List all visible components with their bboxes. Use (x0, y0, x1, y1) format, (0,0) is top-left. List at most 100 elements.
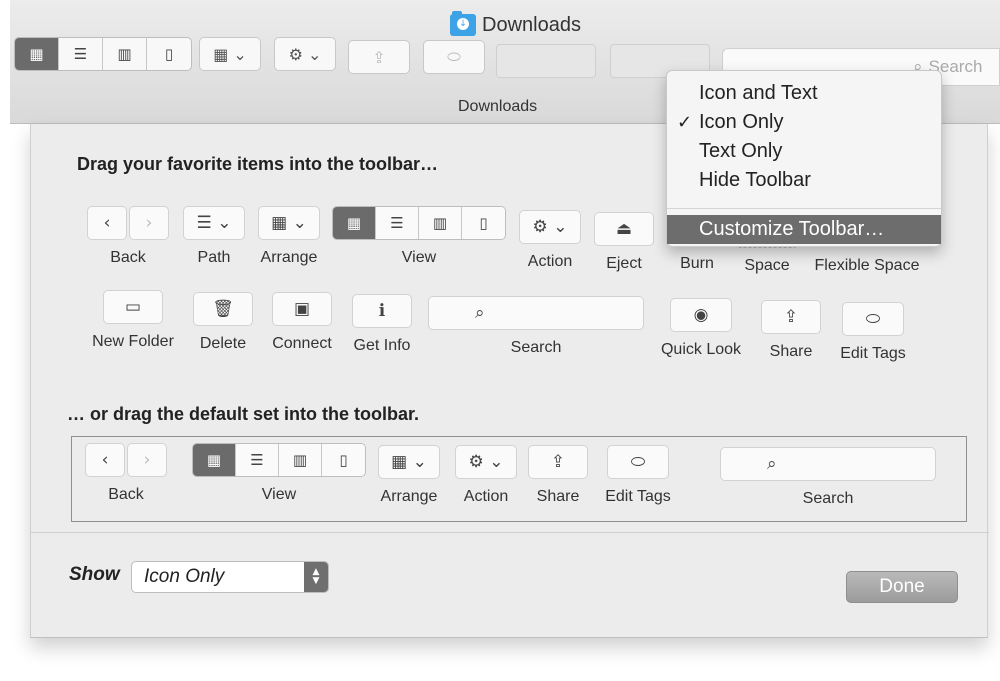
item-label: Back (110, 249, 146, 266)
column-view-icon: ▥ (279, 444, 322, 476)
default-action-item: ⚙ ⌄ Action (454, 445, 518, 506)
icon-view-icon: ▦ (193, 444, 236, 476)
info-icon: ℹ (378, 301, 386, 321)
share-icon: ⇪ (783, 307, 799, 327)
path-item[interactable]: ☰ ⌄ Path (181, 206, 247, 267)
item-label: Search (510, 339, 562, 356)
get-info-item[interactable]: ℹ Get Info (349, 294, 415, 355)
menu-item-icon-and-text[interactable]: Icon and Text (667, 79, 941, 108)
list-view-icon: ☰ (236, 444, 279, 476)
arrange-button[interactable]: ▦ ⌄ (199, 37, 261, 71)
chevron-down-icon: ⌄ (217, 213, 232, 233)
default-set-heading: … or drag the default set into the toolb… (67, 404, 420, 424)
edit-tags-button[interactable]: ⬭ (423, 40, 485, 74)
arrange-icon: ▦ (213, 44, 229, 64)
item-label: Eject (606, 255, 642, 272)
menu-item-label: Icon Only (699, 111, 784, 133)
tag-icon: ⬭ (865, 309, 881, 329)
done-button[interactable]: Done (846, 571, 958, 603)
chevron-down-icon: ⌄ (233, 44, 247, 64)
item-label: View (401, 249, 437, 266)
eye-icon: ◉ (693, 305, 709, 325)
back-icon: ‹ (87, 206, 127, 240)
item-label: Share (769, 343, 813, 360)
items-heading: Drag your favorite items into the toolba… (77, 154, 439, 174)
view-segmented-control: ▦ ☰ ▥ ▯ (332, 206, 506, 240)
show-selected-value: Icon Only (144, 566, 225, 587)
menu-item-label: Icon and Text (699, 82, 818, 104)
menu-item-icon-only[interactable]: ✓ Icon Only (667, 108, 941, 137)
show-popup-menu[interactable]: Icon Only ▲ ▼ (131, 561, 329, 593)
coverflow-view-icon: ▯ (322, 444, 365, 476)
sheet-divider (31, 532, 989, 533)
forward-icon: › (129, 206, 169, 240)
action-item[interactable]: ⚙ ⌄ Action (517, 210, 583, 271)
edit-tags-item[interactable]: ⬭ Edit Tags (835, 302, 911, 363)
view-item[interactable]: ▦ ☰ ▥ ▯ View (331, 206, 507, 267)
arrange-item[interactable]: ▦ ⌄ Arrange (256, 206, 322, 267)
column-view-icon[interactable]: ▥ (103, 38, 147, 70)
search-item[interactable]: ⌕ Search (427, 296, 645, 357)
show-label: Show (69, 564, 120, 585)
item-label: Space (744, 257, 790, 274)
menu-item-label: Hide Toolbar (699, 169, 811, 191)
tag-icon: ⬭ (630, 452, 646, 472)
arrange-icon: ▦ (391, 452, 408, 472)
default-edit-tags-item: ⬭ Edit Tags (600, 445, 676, 506)
stepper-icon: ▲ ▼ (304, 562, 328, 592)
new-folder-icon: ▭ (124, 297, 142, 317)
forward-icon: › (127, 443, 167, 477)
chevron-down-icon: ⌄ (553, 217, 568, 237)
item-label: Search (802, 490, 854, 507)
item-label: Quick Look (660, 341, 742, 358)
gear-icon: ⚙ (468, 452, 484, 472)
share-item[interactable]: ⇪ Share (759, 300, 823, 361)
menu-item-customize-toolbar[interactable]: Customize Toolbar… (667, 215, 941, 244)
default-share-item: ⇪ Share (528, 445, 588, 506)
eject-icon: ⏏ (615, 219, 633, 239)
back-item[interactable]: ‹ › Back (85, 206, 171, 267)
connect-item[interactable]: ▣ Connect (267, 292, 337, 353)
menu-separator (667, 208, 941, 209)
icon-view-icon[interactable]: ▦ (15, 38, 59, 70)
search-icon: ⌕ (767, 454, 777, 474)
quick-look-item[interactable]: ◉ Quick Look (655, 298, 747, 359)
gear-icon: ⚙ (532, 217, 548, 237)
item-label: Back (108, 486, 144, 503)
share-icon: ⇪ (372, 47, 386, 67)
list-view-icon[interactable]: ☰ (59, 38, 103, 70)
list-view-icon: ☰ (376, 207, 419, 239)
action-button[interactable]: ⚙ ⌄ (274, 37, 336, 71)
connect-server-icon: ▣ (293, 299, 311, 319)
share-button[interactable]: ⇪ (348, 40, 410, 74)
column-view-icon: ▥ (419, 207, 462, 239)
path-bar-title: Downloads (458, 98, 538, 115)
menu-item-text-only[interactable]: Text Only (667, 137, 941, 166)
toolbar-space-placeholder (496, 44, 596, 78)
gear-icon: ⚙ (288, 44, 303, 64)
coverflow-view-icon[interactable]: ▯ (147, 38, 191, 70)
item-label: Action (527, 253, 573, 270)
checkmark-icon: ✓ (677, 112, 693, 133)
default-toolbar-set[interactable]: ‹ › Back ▦ ☰ ▥ ▯ View ▦ ⌄ Arrange ⚙ ⌄ Ac… (71, 436, 967, 522)
menu-item-hide-toolbar[interactable]: Hide Toolbar (667, 166, 941, 195)
menu-item-label: Text Only (699, 140, 783, 162)
item-label: Share (536, 488, 580, 505)
item-label: Delete (199, 335, 247, 352)
item-label: Burn (680, 255, 714, 272)
default-view-item: ▦ ☰ ▥ ▯ View (192, 443, 366, 504)
view-mode-segmented-control[interactable]: ▦ ☰ ▥ ▯ (14, 37, 192, 71)
arrange-icon: ▦ (271, 213, 288, 233)
delete-item[interactable]: 🗑 Delete (193, 292, 253, 353)
default-arrange-item: ▦ ⌄ Arrange (374, 445, 444, 506)
toolbar-context-menu: Icon and Text ✓ Icon Only Text Only Hide… (666, 70, 942, 247)
icon-view-icon: ▦ (333, 207, 376, 239)
default-back-item: ‹ › Back (84, 443, 168, 504)
item-label: Connect (272, 335, 332, 352)
item-label: Flexible Space (814, 257, 920, 274)
share-icon: ⇪ (550, 452, 566, 472)
window-title-row: ↓ Downloads (450, 11, 581, 38)
new-folder-item[interactable]: ▭ New Folder (85, 290, 181, 351)
eject-item[interactable]: ⏏ Eject (593, 212, 655, 273)
chevron-down-icon: ⌄ (412, 452, 427, 472)
